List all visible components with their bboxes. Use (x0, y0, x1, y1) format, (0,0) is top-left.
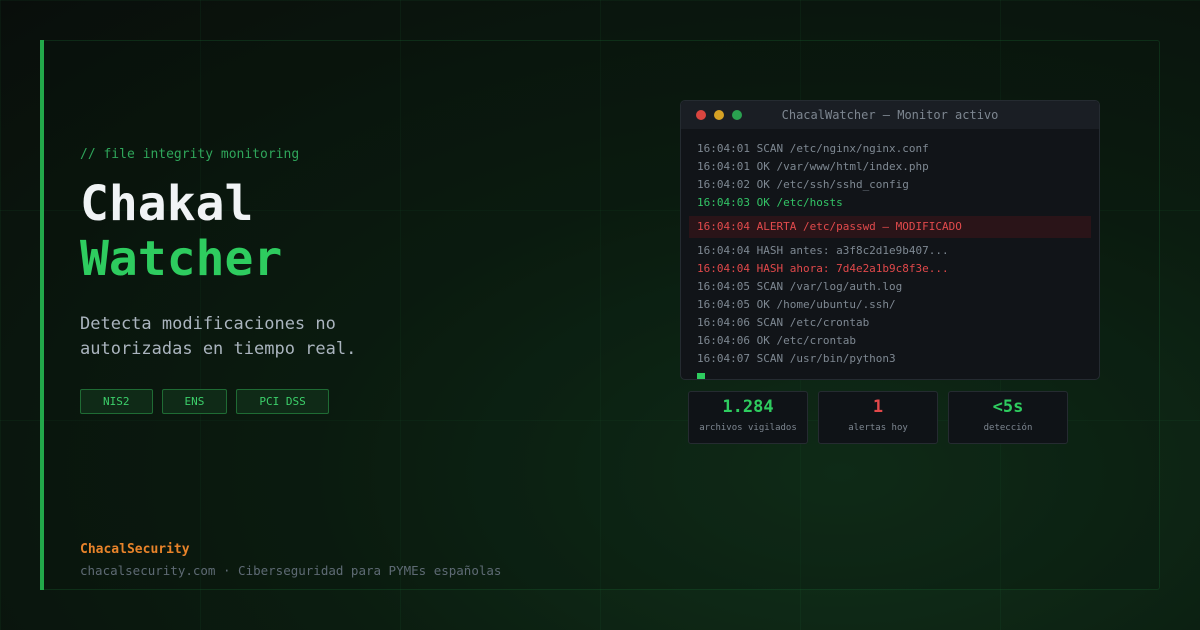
section-comment: // file integrity monitoring (80, 147, 300, 162)
title-line-2: Watcher (80, 231, 283, 287)
log-line: 16:04:02 OK /etc/ssh/sshd_config (697, 178, 909, 191)
log-line: 16:04:01 SCAN /etc/nginx/nginx.conf (697, 142, 929, 155)
stats-row: 1.284 archivos vigilados 1 alertas hoy <… (688, 391, 1068, 444)
stat-value: <5s (992, 397, 1024, 417)
terminal-title: ChacalWatcher — Monitor activo (781, 108, 999, 122)
terminal-log: 16:04:01 SCAN /etc/nginx/nginx.conf 16:04… (681, 140, 1099, 368)
stat-value: 1.284 (722, 397, 774, 417)
log-line: 16:04:06 SCAN /etc/crontab (697, 316, 870, 329)
brand-name: ChacalSecurity (80, 542, 190, 557)
log-line: 16:04:04 HASH antes: a3f8c2d1e9b407... (697, 244, 949, 257)
close-dot-icon (696, 110, 706, 120)
stat-alertas-hoy: 1 alertas hoy (818, 391, 938, 444)
minimize-dot-icon (714, 110, 724, 120)
maximize-dot-icon (732, 110, 742, 120)
log-line: 16:04:05 SCAN /var/log/auth.log (697, 280, 903, 293)
terminal-cursor (697, 373, 705, 379)
stat-label: detección (983, 423, 1033, 433)
badge-ens: ENS (161, 389, 228, 414)
log-line: 16:04:07 SCAN /usr/bin/python3 (697, 352, 896, 365)
compliance-badges: NIS2 ENS PCI DSS (80, 389, 329, 414)
stat-value: 1 (872, 397, 884, 417)
terminal-titlebar: ChacalWatcher — Monitor activo (681, 101, 1099, 129)
badge-nis2: NIS2 (80, 389, 153, 414)
log-line-alert: 16:04:04 ALERTA /etc/passwd — MODIFICADO (689, 216, 1091, 238)
log-line: 16:04:03 OK /etc/hosts (697, 196, 843, 209)
badge-pci-dss: PCI DSS (236, 389, 329, 414)
stat-label: archivos vigilados (699, 423, 797, 433)
log-line: 16:04:06 OK /etc/crontab (697, 334, 856, 347)
stat-archivos-vigilados: 1.284 archivos vigilados (688, 391, 808, 444)
tagline: Detecta modificaciones no autorizadas en… (80, 314, 357, 359)
log-line: 16:04:01 OK /var/www/html/index.php (697, 160, 929, 173)
footer-tagline: chacalsecurity.com · Ciberseguridad para… (80, 563, 502, 578)
title-line-1: Chakal (80, 176, 254, 232)
log-line: 16:04:04 HASH ahora: 7d4e2a1b9c8f3e... (697, 262, 949, 275)
terminal-window: ChacalWatcher — Monitor activo 16:04:01 … (680, 100, 1100, 380)
log-line: 16:04:05 OK /home/ubuntu/.ssh/ (697, 298, 896, 311)
stat-label: alertas hoy (848, 423, 908, 433)
accent-bar (40, 40, 44, 590)
stat-deteccion: <5s detección (948, 391, 1068, 444)
